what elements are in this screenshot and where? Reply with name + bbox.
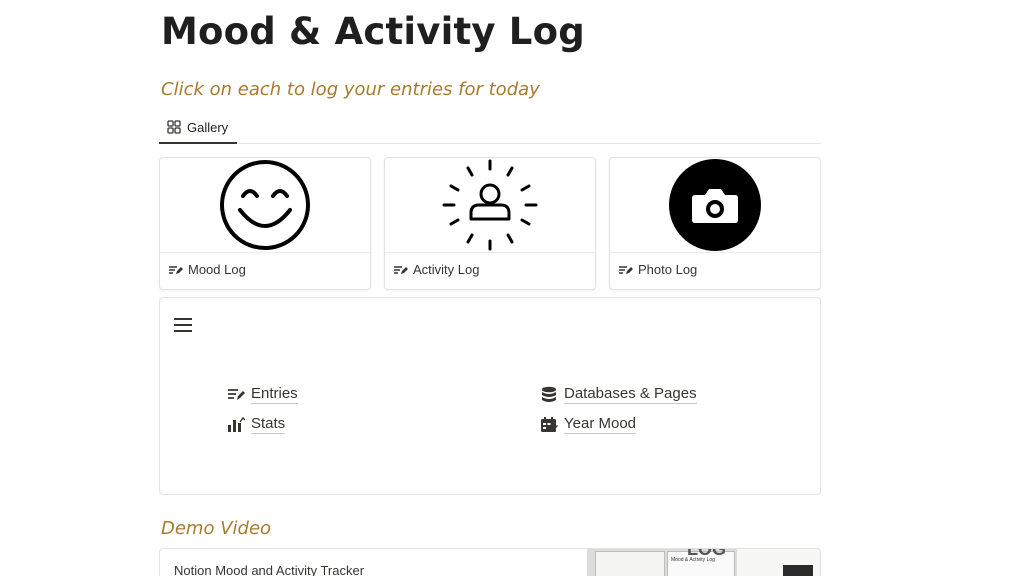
tab-gallery[interactable]: Gallery xyxy=(159,112,237,144)
hamburger-menu-icon[interactable] xyxy=(174,317,192,333)
card-cover xyxy=(160,158,370,253)
page-edit-icon xyxy=(394,265,408,274)
entries-list-icon xyxy=(228,389,245,400)
link-label: Stats xyxy=(251,415,286,434)
page-edit-icon xyxy=(169,265,183,274)
link-stats[interactable]: Stats xyxy=(227,415,286,434)
link-label: Entries xyxy=(251,385,298,404)
link-label: Year Mood xyxy=(564,415,636,434)
card-title: Mood Log xyxy=(188,262,246,277)
card-cover xyxy=(385,158,595,253)
person-radiant-icon xyxy=(442,159,538,251)
calendar-icon xyxy=(541,417,558,432)
video-thumbnail: Mood & Activity Log LOG xyxy=(587,548,820,576)
section-title-demo-video: Demo Video xyxy=(161,518,272,539)
link-entries[interactable]: Entries xyxy=(227,385,298,404)
gallery-card-photo-log[interactable]: Photo Log xyxy=(609,157,821,290)
link-label: Databases & Pages xyxy=(564,385,697,404)
video-bookmark[interactable]: Notion Mood and Activity Tracker Mood & … xyxy=(159,548,821,576)
view-tabs: Gallery xyxy=(159,112,821,144)
video-title: Notion Mood and Activity Tracker xyxy=(174,563,365,576)
card-title: Photo Log xyxy=(638,262,698,277)
camera-icon xyxy=(669,159,761,251)
page-title: Mood & Activity Log xyxy=(161,10,585,53)
gallery-grid-icon xyxy=(167,120,181,134)
smiley-face-icon xyxy=(220,160,310,250)
stats-chart-icon xyxy=(228,416,245,432)
link-databases-pages[interactable]: Databases & Pages xyxy=(540,385,697,404)
database-icon xyxy=(542,386,556,402)
gallery-card-activity-log[interactable]: Activity Log xyxy=(384,157,596,290)
tab-label: Gallery xyxy=(187,119,229,135)
page-subtitle: Click on each to log your entries for to… xyxy=(161,79,540,100)
page-edit-icon xyxy=(619,265,633,274)
card-title: Activity Log xyxy=(413,262,480,277)
navigation-callout: Entries Stats Databases & Pages Year Moo… xyxy=(159,297,821,495)
thumbnail-heading: LOG xyxy=(687,548,726,559)
link-year-mood[interactable]: Year Mood xyxy=(540,415,636,434)
card-cover xyxy=(610,158,820,253)
gallery-card-mood-log[interactable]: Mood Log xyxy=(159,157,371,290)
